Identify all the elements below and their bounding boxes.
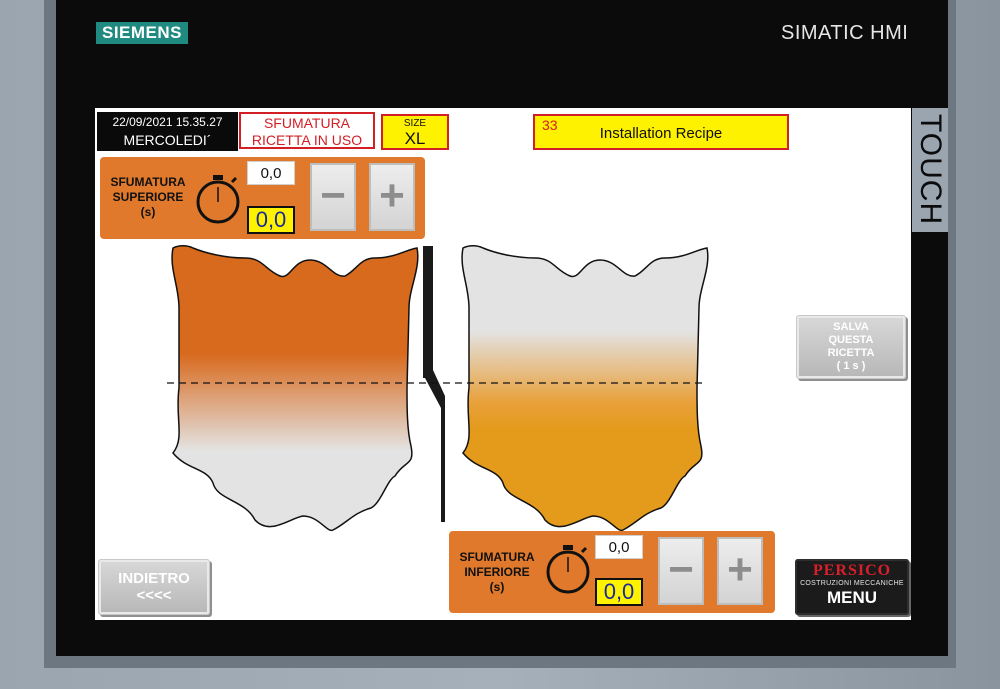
menu-button-label: MENU (826, 588, 878, 607)
persico-logo-subtitle: COSTRUZIONI MECCANICHE (800, 580, 904, 587)
stopwatch-icon (546, 545, 590, 594)
hmi-screen: 22/09/2021 15.35.27 MERCOLEDI´ SFUMATURA… (95, 108, 911, 620)
siemens-logo: SIEMENS (96, 22, 188, 44)
lower-shading-actual: 0,0 (595, 578, 643, 606)
save-recipe-button[interactable]: SALVA QUESTA RICETTA ( 1 s ) (796, 315, 906, 379)
lower-shading-label: SFUMATURA INFERIORE (s) (452, 550, 542, 595)
save-recipe-line4: ( 1 s ) (836, 360, 866, 372)
hide-left-shape (171, 245, 419, 532)
lower-shading-label-line2: INFERIORE (464, 565, 530, 579)
lower-shading-label-line1: SFUMATURA (459, 550, 535, 564)
lower-shading-plus-button[interactable]: + (717, 537, 763, 605)
lower-shading-label-line3: (s) (489, 580, 505, 594)
back-button-arrows: <<<< (136, 587, 172, 604)
touch-label: TOUCH (914, 114, 947, 226)
save-recipe-line2: QUESTA (828, 334, 874, 346)
lower-shading-minus-button[interactable]: − (658, 537, 704, 605)
model-label: SIMATIC HMI (781, 22, 909, 44)
hide-right-shape (461, 245, 709, 532)
save-recipe-line1: SALVA (833, 321, 869, 333)
back-button[interactable]: INDIETRO <<<< (98, 559, 210, 615)
menu-button[interactable]: PERSICO COSTRUZIONI MECCANICHE MENU (795, 559, 909, 615)
shading-divider (423, 246, 445, 522)
lower-shading-setpoint[interactable]: 0,0 (595, 535, 643, 559)
save-recipe-line3: RICETTA (827, 347, 875, 359)
back-button-label: INDIETRO (118, 570, 190, 587)
lower-shading-panel: SFUMATURA INFERIORE (s) 0,0 0,0 − + (449, 531, 775, 613)
persico-logo: PERSICO (812, 562, 892, 579)
